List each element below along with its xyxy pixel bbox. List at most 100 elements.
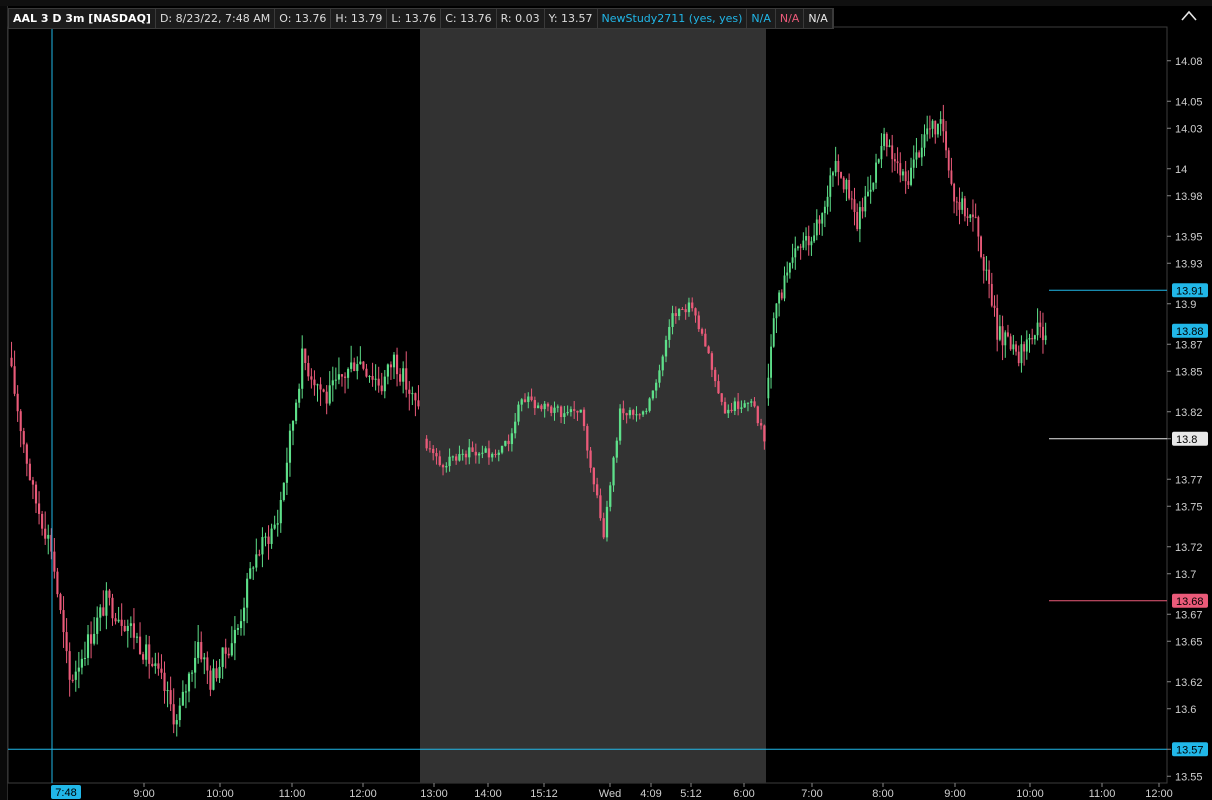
- candle: [791, 243, 794, 269]
- candle-body: [117, 619, 120, 622]
- candle: [972, 199, 974, 232]
- candle: [142, 651, 145, 665]
- candle-body: [132, 623, 135, 638]
- candle-body: [826, 196, 829, 207]
- candle-body: [62, 610, 65, 633]
- candle-body: [904, 171, 907, 182]
- candle-body: [990, 283, 993, 306]
- candle: [950, 157, 953, 186]
- candle-body: [963, 198, 966, 217]
- candle: [872, 182, 875, 192]
- candle-body: [428, 448, 432, 450]
- candle-body: [392, 354, 396, 368]
- price-marker: 13.88: [1172, 323, 1208, 338]
- study-value-1: N/A: [747, 9, 776, 28]
- time-axis[interactable]: 9:00 10:00 11:00 12:00 13:00 14:00 15:12 Wed 4:0…: [133, 783, 1173, 800]
- candle-body: [347, 368, 350, 378]
- candle-body: [206, 657, 209, 671]
- candle-body: [408, 389, 411, 394]
- candle: [982, 254, 985, 284]
- candle: [786, 261, 789, 283]
- candle: [837, 154, 840, 186]
- candle: [347, 367, 350, 389]
- candle-body: [1031, 338, 1034, 340]
- candle-body: [661, 356, 664, 371]
- candle: [53, 537, 56, 579]
- candle-body: [1015, 344, 1017, 352]
- candle: [102, 590, 105, 617]
- candle: [969, 214, 972, 223]
- candle-body: [778, 292, 781, 304]
- candle-body: [681, 309, 684, 311]
- candle: [261, 527, 264, 568]
- candle-body: [536, 405, 540, 409]
- y-tick-label: 13.85: [1175, 366, 1203, 378]
- price-axis[interactable]: 14.08 14.05 14.03 14 13.98 13.95 13.93 13.9 13.8…: [1167, 56, 1203, 784]
- candle-body: [194, 657, 197, 673]
- candle: [22, 427, 25, 453]
- expand-chart-icon[interactable]: [1180, 8, 1198, 24]
- x-tick-label: 5:12: [680, 788, 701, 800]
- candle: [955, 196, 958, 216]
- candle-body: [823, 206, 826, 214]
- candle: [797, 245, 799, 251]
- candle-body: [1028, 338, 1031, 340]
- candle-body: [974, 216, 977, 218]
- candle: [166, 681, 169, 708]
- candle-body: [842, 177, 845, 190]
- candle-body: [923, 134, 926, 148]
- candle-body: [138, 636, 142, 655]
- candle-body: [325, 391, 328, 404]
- symbol-label[interactable]: AAL 3 D 3m [NASDAQ]: [9, 9, 156, 28]
- candle: [267, 525, 270, 560]
- candle-body: [609, 485, 612, 507]
- candle: [899, 152, 902, 183]
- candle-body: [414, 393, 417, 401]
- candle: [93, 617, 96, 646]
- y-tick-label: 14.08: [1175, 56, 1203, 68]
- candle-body: [837, 160, 840, 172]
- candle-body: [972, 214, 974, 217]
- bar-date: D: 8/23/22, 7:48 AM: [156, 9, 276, 28]
- cursor-price-label: 13.57: [1176, 744, 1204, 756]
- study-label[interactable]: NewStudy2711 (yes, yes): [598, 9, 748, 28]
- candle-body: [319, 384, 322, 390]
- candle: [59, 592, 62, 614]
- candle: [10, 341, 13, 368]
- candle-body: [638, 414, 641, 416]
- candle-body: [221, 647, 224, 667]
- candle: [310, 368, 313, 389]
- candle: [172, 688, 175, 734]
- candle-body: [142, 654, 145, 660]
- candle: [154, 652, 157, 674]
- price-chart[interactable]: 14.08 14.05 14.03 14 13.98 13.95 13.93 13.9 13.8…: [0, 0, 1212, 800]
- candle: [794, 236, 797, 270]
- candle-body: [484, 448, 487, 453]
- candle: [1023, 341, 1026, 366]
- x-tick-label: 11:00: [1089, 788, 1116, 800]
- candle: [123, 619, 126, 633]
- candle-body: [628, 410, 632, 416]
- candle: [365, 363, 368, 378]
- candle: [939, 111, 942, 136]
- price-marker-label: 13.8: [1176, 434, 1197, 446]
- candle-body: [1042, 326, 1044, 341]
- candle: [221, 647, 224, 679]
- candle: [316, 383, 319, 402]
- candle: [772, 312, 775, 348]
- candle-body: [514, 421, 517, 434]
- candle-body: [807, 236, 810, 246]
- candle-body: [340, 374, 344, 377]
- candle: [1044, 322, 1047, 345]
- candle: [996, 294, 999, 352]
- candle: [197, 624, 200, 664]
- candle: [880, 133, 883, 169]
- candle: [105, 582, 108, 630]
- y-tick-label: 13.98: [1175, 191, 1203, 203]
- candle: [377, 366, 380, 393]
- candle-body: [912, 159, 915, 168]
- candle-body: [918, 152, 921, 158]
- candle-body: [756, 406, 759, 424]
- candle-body: [65, 632, 68, 652]
- candle-body: [802, 240, 805, 248]
